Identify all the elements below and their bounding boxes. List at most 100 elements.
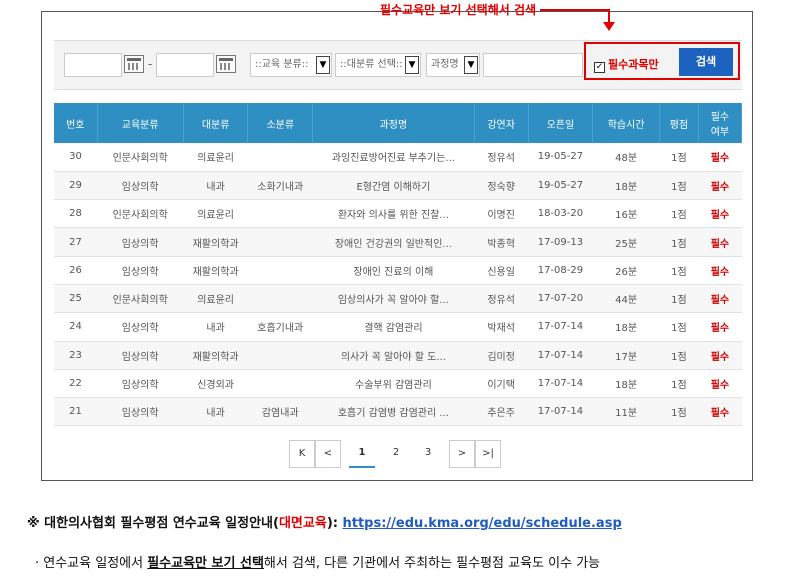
table-cell: 필수 xyxy=(698,199,742,229)
table-cell: 재활의학과 xyxy=(183,227,248,257)
table-cell: 19-05-27 xyxy=(528,143,593,172)
search-button[interactable]: 검색 xyxy=(679,48,733,76)
table-cell: 19-05-27 xyxy=(528,171,593,201)
table-row[interactable]: 27 임상의학 재활의학과 장애인 건강권의 일반적인... 박종혁 17-09-13 25… xyxy=(54,227,742,257)
table-body: 30 인문사회의학 의료윤리 과잉진료방어진료 부추기는... 정유석 19-05-27 4… xyxy=(54,143,742,427)
notice-prefix: ※ 대한의사협회 필수평점 연수교육 일정안내( xyxy=(27,516,279,531)
column-header: 번호 xyxy=(54,103,98,143)
category-select[interactable]: ::교육 분류:: ▼ xyxy=(250,53,332,77)
table-cell: 의료윤리 xyxy=(183,284,248,314)
table-cell: 17-07-14 xyxy=(528,369,593,399)
table-row[interactable]: 26 임상의학 재활의학과 장애인 진료의 이해 신용일 17-08-29 26분 1점 필수 xyxy=(54,256,742,285)
table-cell: 김미정 xyxy=(474,341,529,370)
table-row[interactable]: 21 임상의학 내과 감염내과 호흡기 감염병 감염관리 ... 추은주 17-07-14 1… xyxy=(54,397,742,427)
calendar-icon[interactable] xyxy=(216,55,236,73)
course-title-cell[interactable]: 장애인 건강권의 일반적인... xyxy=(312,227,475,257)
table-cell: 30 xyxy=(54,143,98,172)
search-input[interactable] xyxy=(483,53,583,77)
table-cell: 이명진 xyxy=(474,199,529,229)
major-select[interactable]: ::대분류 선택:: ▼ xyxy=(335,53,421,77)
table-row[interactable]: 23 임상의학 재활의학과 의사가 꼭 알아야 할 도... 김미정 17-07-14 17… xyxy=(54,341,742,370)
table-cell: 17-07-20 xyxy=(528,284,593,314)
course-title-cell[interactable]: 의사가 꼭 알아야 할 도... xyxy=(312,341,475,370)
table-cell: 1점 xyxy=(659,341,699,370)
notice-suffix: ): xyxy=(326,516,343,531)
table-cell: 소화기내과 xyxy=(247,171,313,201)
table-cell: 17-07-14 xyxy=(528,397,593,427)
course-title-cell[interactable]: 호흡기 감염병 감염관리 ... xyxy=(312,397,475,427)
table-cell: 인문사회의학 xyxy=(97,199,184,229)
table-cell xyxy=(247,227,313,257)
table-cell: 필수 xyxy=(698,341,742,370)
table-cell: 인문사회의학 xyxy=(97,143,184,172)
page-1[interactable]: 1 xyxy=(349,440,375,468)
column-header: 교육분류 xyxy=(97,103,184,143)
course-title-cell[interactable]: 결핵 감염관리 xyxy=(312,312,475,342)
page-3[interactable]: 3 xyxy=(415,440,441,468)
table-row[interactable]: 25 인문사회의학 의료윤리 임상의사가 꼭 알아야 할... 정유석 17-07-20 4… xyxy=(54,284,742,314)
table-cell xyxy=(247,143,313,172)
last-page-button[interactable]: >| xyxy=(475,440,501,468)
page-2[interactable]: 2 xyxy=(383,440,409,468)
table-cell: 1점 xyxy=(659,256,699,285)
table-cell: 인문사회의학 xyxy=(97,284,184,314)
table-cell: 임상의학 xyxy=(97,312,184,342)
calendar-icon[interactable] xyxy=(124,55,144,73)
first-page-button[interactable]: K xyxy=(289,440,315,468)
required-only-checkbox[interactable]: ✓ 필수과목만 xyxy=(594,56,659,73)
table-cell: 필수 xyxy=(698,284,742,314)
table-cell: 18분 xyxy=(592,171,660,201)
chevron-down-icon: ▼ xyxy=(464,56,478,74)
chevron-down-icon: ▼ xyxy=(316,56,330,74)
table-row[interactable]: 24 임상의학 내과 호흡기내과 결핵 감염관리 박재석 17-07-14 18분 1점 필수 xyxy=(54,312,742,342)
table-row[interactable]: 30 인문사회의학 의료윤리 과잉진료방어진료 부추기는... 정유석 19-05-27 4… xyxy=(54,143,742,172)
prev-page-button[interactable]: < xyxy=(315,440,341,468)
next-page-button[interactable]: > xyxy=(449,440,475,468)
course-title-cell[interactable]: 임상의사가 꼭 알아야 할... xyxy=(312,284,475,314)
table-cell: 18분 xyxy=(592,369,660,399)
course-title-cell[interactable]: E형간염 이해하기 xyxy=(312,171,475,201)
search-type-select[interactable]: 과정명 ▼ xyxy=(426,53,480,77)
table-row[interactable]: 22 임상의학 신경외과 수술부위 감염관리 이기택 17-07-14 18분 1점 필수 xyxy=(54,369,742,399)
arrow-down-icon xyxy=(603,22,615,31)
table-cell: 정유석 xyxy=(474,143,529,172)
table-cell: 18분 xyxy=(592,312,660,342)
table-row[interactable]: 28 인문사회의학 의료윤리 환자와 의사를 위한 진찰... 이명진 18-03-20 1… xyxy=(54,199,742,229)
table-cell: 22 xyxy=(54,369,98,399)
table-cell: 21 xyxy=(54,397,98,427)
screenshot-frame: - ::교육 분류:: ▼ ::대분류 선택:: ▼ 과정명 ▼ ✓ 필수과목만 … xyxy=(41,11,753,481)
table-cell xyxy=(247,341,313,370)
table-cell: 필수 xyxy=(698,227,742,257)
table-cell: 필수 xyxy=(698,369,742,399)
course-title-cell[interactable]: 수술부위 감염관리 xyxy=(312,369,475,399)
table-cell: 11분 xyxy=(592,397,660,427)
table-cell: 추은주 xyxy=(474,397,529,427)
bullet-line: · 연수교육 일정에서 필수교육만 보기 선택해서 검색, 다른 기관에서 주최… xyxy=(35,552,600,571)
table-cell: 필수 xyxy=(698,256,742,285)
table-row[interactable]: 29 임상의학 내과 소화기내과 E형간염 이해하기 정숙향 19-05-27 18분 1점 필수 xyxy=(54,171,742,201)
table-cell: 1점 xyxy=(659,227,699,257)
course-title-cell[interactable]: 장애인 진료의 이해 xyxy=(312,256,475,285)
table-cell: 감염내과 xyxy=(247,397,313,427)
table-cell: 18-03-20 xyxy=(528,199,593,229)
course-title-cell[interactable]: 환자와 의사를 위한 진찰... xyxy=(312,199,475,229)
table-cell: 이기택 xyxy=(474,369,529,399)
course-title-cell[interactable]: 과잉진료방어진료 부추기는... xyxy=(312,143,475,172)
checkbox-icon[interactable]: ✓ xyxy=(594,62,605,73)
table-cell: 27 xyxy=(54,227,98,257)
date-separator: - xyxy=(148,57,153,71)
schedule-link[interactable]: https://edu.kma.org/edu/schedule.asp xyxy=(342,516,621,531)
table-cell: 25분 xyxy=(592,227,660,257)
table-cell: 29 xyxy=(54,171,98,201)
table-cell: 임상의학 xyxy=(97,256,184,285)
column-header: 강연자 xyxy=(474,103,529,143)
end-date-input[interactable] xyxy=(156,53,214,77)
chevron-down-icon: ▼ xyxy=(405,56,419,74)
bullet-underlined: 필수교육만 보기 선택 xyxy=(147,556,264,571)
column-header: 필수 여부 xyxy=(698,103,743,143)
start-date-input[interactable] xyxy=(64,53,122,77)
table-cell: 박재석 xyxy=(474,312,529,342)
table-cell: 28 xyxy=(54,199,98,229)
bullet-post: 해서 검색, 다른 기관에서 주최하는 필수평점 교육도 이수 가능 xyxy=(263,556,601,571)
table-cell: 필수 xyxy=(698,312,742,342)
